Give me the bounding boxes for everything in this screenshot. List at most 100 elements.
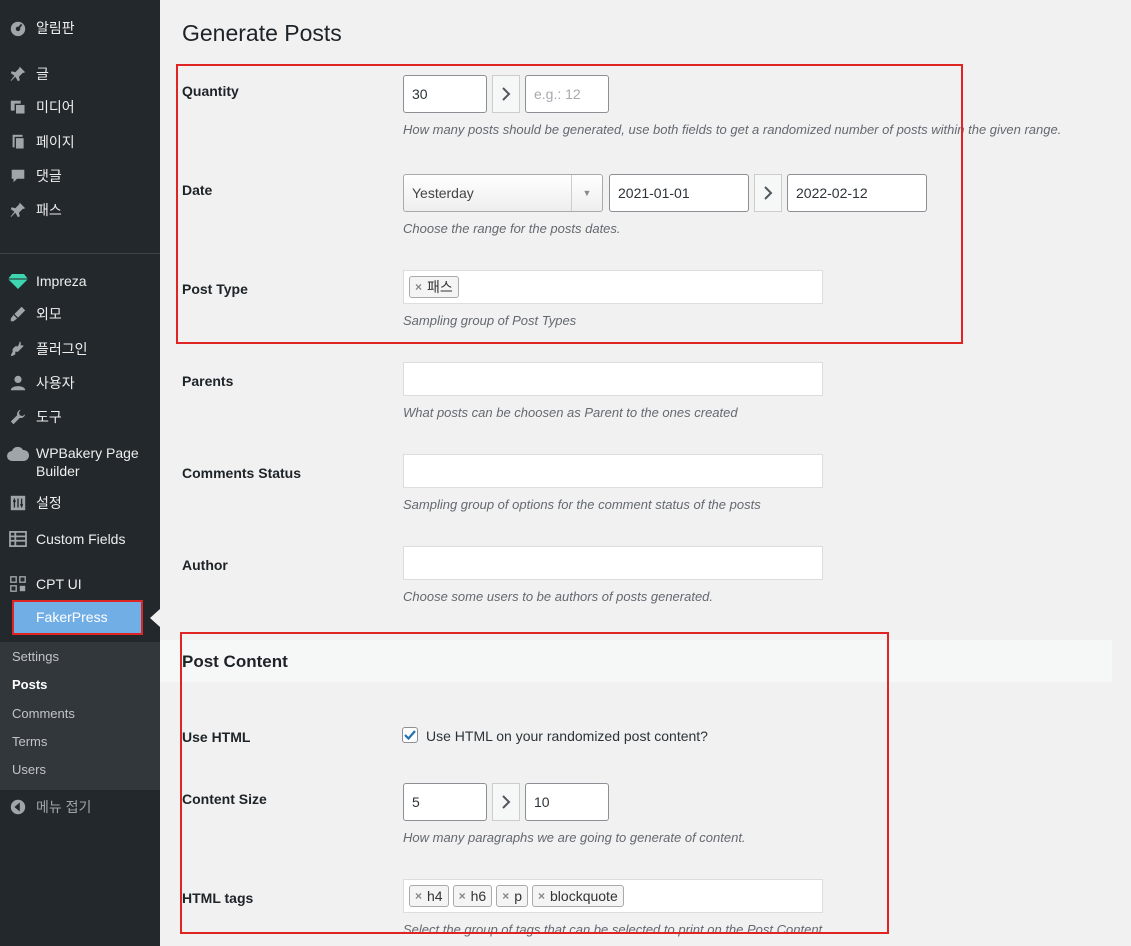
sidebar-item-label: 패스 [36,202,62,218]
sidebar-divider [0,253,160,254]
plugin-icon [0,340,36,358]
remove-tag-icon[interactable]: × [459,889,466,903]
use-html-label: Use HTML [182,729,251,745]
sidebar-item-pass[interactable]: 패스 [0,193,160,227]
sidebar-item-impreza[interactable]: Impreza [0,264,160,298]
html-tags-label: HTML tags [182,890,254,906]
sidebar-item-label: 미디어 [36,99,75,115]
section-title: Post Content [182,652,288,671]
quantity-description: How many posts should be generated, use … [403,122,1062,137]
date-label: Date [182,182,213,198]
html-tag[interactable]: × p [496,885,528,907]
content-size-label: Content Size [182,791,267,807]
checkmark-icon [404,730,416,741]
sidebar-item-wpbakery[interactable]: WPBakery Page Builder [0,444,160,480]
chevron-right-icon [502,87,511,101]
dropdown-caret-icon: ▼ [571,175,602,211]
media-icon [0,98,36,116]
content-size-max-input[interactable] [525,783,609,821]
remove-tag-icon[interactable]: × [415,280,422,294]
pin-icon [0,201,36,219]
page-icon [0,133,36,151]
grid-icon [0,575,36,593]
sidebar-item-media[interactable]: 미디어 [0,90,160,124]
post-type-description: Sampling group of Post Types [403,313,577,328]
remove-tag-icon[interactable]: × [415,889,422,903]
submenu-item-settings[interactable]: Settings [12,649,59,664]
current-menu-arrow [150,609,160,627]
remove-tag-icon[interactable]: × [502,889,509,903]
sidebar-item-fakerpress[interactable]: FakerPress [12,600,143,634]
sidebar-item-tools[interactable]: 도구 [0,400,160,434]
tag-label: blockquote [550,888,618,904]
content-size-range-arrow [492,783,520,821]
sidebar-item-comments[interactable]: 댓글 [0,159,160,193]
submenu-item-comments[interactable]: Comments [12,706,75,721]
comment-icon [0,167,36,185]
sidebar-item-label: 설정 [36,495,62,511]
post-type-tag[interactable]: × 패스 [409,276,459,298]
sidebar-item-label: 글 [36,66,49,82]
sidebar-item-settings[interactable]: 설정 [0,486,160,520]
use-html-checkbox-label[interactable]: Use HTML on your randomized post content… [426,728,708,744]
sidebar-item-label: 외모 [36,306,62,322]
quantity-range-arrow [492,75,520,113]
html-tag[interactable]: × h4 [409,885,449,907]
dashboard-icon [0,19,36,37]
wrench-icon [0,408,36,426]
html-tag[interactable]: × h6 [452,885,493,907]
remove-tag-icon[interactable]: × [538,889,545,903]
sidebar-item-label: FakerPress [36,609,108,625]
author-select[interactable] [403,546,823,580]
sidebar-item-label: 도구 [36,409,62,425]
sidebar-item-label: WPBakery Page Builder [36,445,139,479]
date-preset-select[interactable]: Yesterday ▼ [403,174,603,212]
tag-label: h6 [470,888,487,904]
tag-label: 패스 [427,279,453,295]
sidebar-item-custom-fields[interactable]: Custom Fields [0,522,160,556]
sidebar-item-cpt-ui[interactable]: CPT UI [0,567,160,601]
sidebar-item-posts[interactable]: 글 [0,57,160,91]
table-icon [0,531,36,547]
parents-description: What posts can be choosen as Parent to t… [403,405,738,420]
post-type-select[interactable]: × 패스 [403,270,823,304]
html-tags-select[interactable]: × h4 × h6 × p × blockquote [403,879,823,913]
sidebar-item-label: 댓글 [36,168,62,184]
submenu-item-users[interactable]: Users [12,762,46,777]
sidebar-item-pages[interactable]: 페이지 [0,125,160,159]
quantity-max-input[interactable] [525,75,609,113]
submenu-item-posts[interactable]: Posts [12,677,47,692]
chevron-right-icon [764,186,773,200]
sidebar-item-appearance[interactable]: 외모 [0,297,160,331]
sidebar-item-label: Impreza [36,273,87,289]
sidebar-item-users[interactable]: 사용자 [0,366,160,400]
diamond-icon [0,272,36,290]
parents-select[interactable] [403,362,823,396]
tag-label: p [514,888,522,904]
date-to-input[interactable] [787,174,927,212]
use-html-checkbox[interactable] [402,727,418,743]
collapse-menu-label: 메뉴 접기 [36,799,92,815]
html-tag[interactable]: × blockquote [532,885,624,907]
sidebar-item-dashboard[interactable]: 알림판 [0,11,160,45]
comments-status-select[interactable] [403,454,823,488]
date-from-input[interactable] [609,174,749,212]
sidebar-item-label: 페이지 [36,134,75,150]
settings-icon [0,494,36,512]
pin-icon [0,65,36,83]
quantity-min-input[interactable] [403,75,487,113]
author-label: Author [182,557,228,573]
sidebar-item-label: CPT UI [36,576,82,592]
user-icon [0,374,36,392]
cloud-icon [0,444,36,462]
quantity-label: Quantity [182,83,239,99]
author-description: Choose some users to be authors of posts… [403,589,714,604]
brush-icon [0,305,36,323]
section-header-band [160,640,1112,682]
submenu-item-terms[interactable]: Terms [12,734,47,749]
collapse-menu-button[interactable]: 메뉴 접기 [0,790,160,824]
sidebar-item-label: 플러그인 [36,341,88,357]
content-size-min-input[interactable] [403,783,487,821]
comments-status-description: Sampling group of options for the commen… [403,497,761,512]
sidebar-item-plugins[interactable]: 플러그인 [0,332,160,366]
